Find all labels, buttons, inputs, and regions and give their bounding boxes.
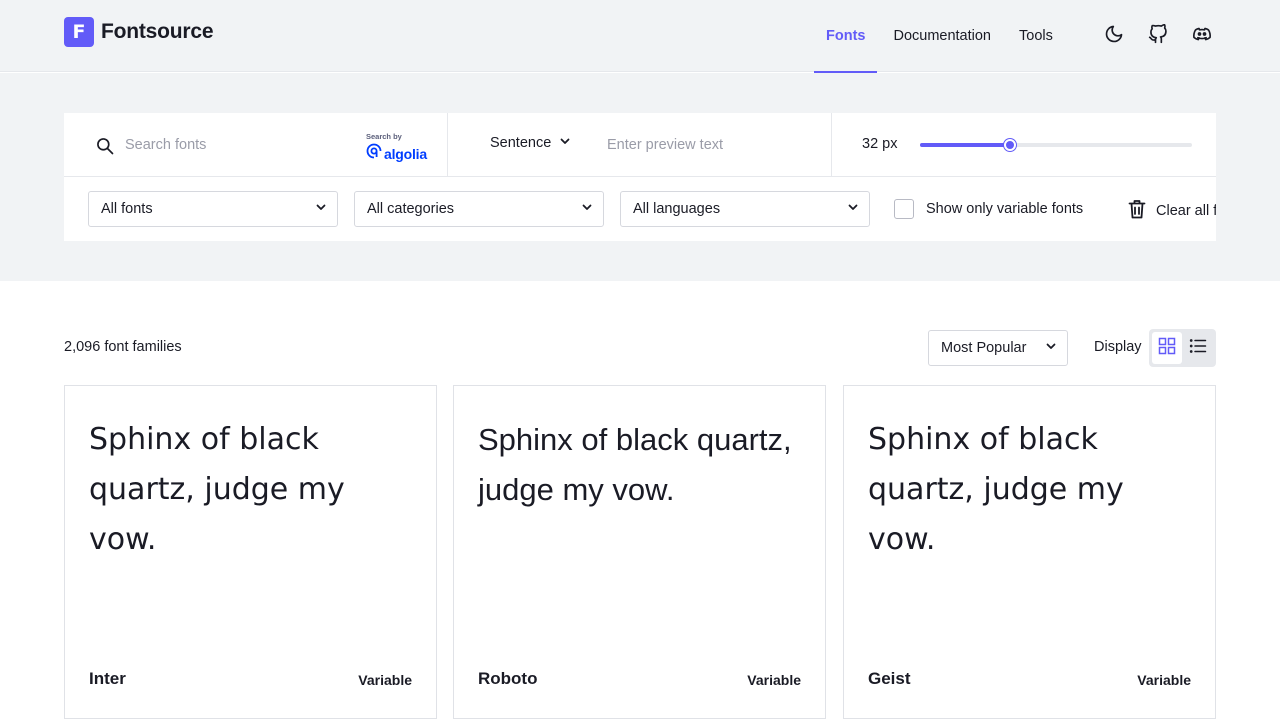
chevron-down-icon [1045, 340, 1057, 356]
size-slider-fill [920, 143, 1010, 147]
list-icon [1189, 337, 1207, 360]
font-card-roboto[interactable]: Sphinx of black quartz, judge my vow. Ro… [453, 385, 826, 719]
chevron-down-icon [581, 201, 593, 217]
chevron-down-icon [315, 201, 327, 217]
filter-panel: Search by algolia Sentence [64, 113, 1216, 241]
list-view-button[interactable] [1183, 332, 1213, 364]
search-by-label: Search by [366, 132, 402, 141]
languages-filter-value: All languages [633, 201, 721, 217]
size-slider[interactable] [920, 139, 1192, 151]
algolia-wordmark: algolia [384, 145, 427, 162]
chevron-down-icon [847, 201, 859, 217]
fonts-filter-value: All fonts [101, 201, 153, 217]
categories-filter-value: All categories [367, 201, 455, 217]
fonts-filter-select[interactable]: All fonts [88, 191, 338, 227]
grid-view-button[interactable] [1152, 332, 1182, 364]
preview-mode-select[interactable]: Sentence [490, 135, 571, 151]
font-card-geist[interactable]: Sphinx of black quartz, judge my vow. Ge… [843, 385, 1216, 719]
moon-icon[interactable] [1102, 22, 1126, 46]
categories-filter-select[interactable]: All categories [354, 191, 604, 227]
toolbar-band: Search by algolia Sentence [0, 73, 1280, 281]
preview-controls: Sentence [448, 113, 832, 177]
filter-row: All fonts All categories All languages S… [64, 177, 1216, 241]
chevron-down-icon [559, 135, 571, 151]
sort-select[interactable]: Most Popular [928, 330, 1068, 366]
languages-filter-select[interactable]: All languages [620, 191, 870, 227]
sort-value: Most Popular [941, 340, 1027, 356]
font-name: Inter [89, 669, 126, 688]
preview-mode-label: Sentence [490, 135, 552, 151]
variable-badge: Variable [747, 672, 801, 688]
main-nav: Fonts Documentation Tools [814, 0, 1065, 73]
display-label: Display [1094, 339, 1142, 355]
variable-only-checkbox[interactable] [894, 199, 914, 219]
variable-badge: Variable [358, 672, 412, 688]
font-card-inter[interactable]: Sphinx of black quartz, judge my vow. In… [64, 385, 437, 719]
font-name: Roboto [478, 669, 538, 688]
size-control: 32 px [832, 113, 1216, 177]
trash-icon [1128, 199, 1146, 223]
size-label: 32 px [862, 136, 898, 152]
font-name: Geist [868, 669, 911, 688]
discord-icon[interactable] [1190, 22, 1214, 46]
font-preview-text: Sphinx of black quartz, judge my vow. [478, 422, 792, 507]
algolia-icon [366, 143, 382, 164]
search-input[interactable] [125, 133, 345, 157]
search-box: Search by algolia [64, 113, 448, 177]
clear-filters-button[interactable]: Clear all filters [1128, 199, 1216, 223]
variable-badge: Variable [1137, 672, 1191, 688]
result-count: 2,096 font families [64, 339, 182, 355]
nav-documentation[interactable]: Documentation [881, 0, 1003, 72]
nav-tools[interactable]: Tools [1007, 0, 1065, 72]
search-icon [95, 136, 115, 161]
font-preview-text: Sphinx of black quartz, judge my vow. [868, 422, 1124, 557]
nav-fonts[interactable]: Fonts [814, 0, 878, 73]
logo-mark: F [64, 17, 94, 47]
display-toggle [1149, 329, 1216, 367]
toolbar-row: Search by algolia Sentence [64, 113, 1216, 177]
algolia-badge[interactable]: Search by algolia [366, 133, 432, 164]
size-slider-thumb[interactable] [1003, 139, 1016, 151]
preview-text-input[interactable] [607, 133, 807, 157]
site-header: F Fontsource Fonts Documentation Tools [0, 0, 1280, 73]
variable-only-label[interactable]: Show only variable fonts [926, 201, 1083, 217]
clear-filters-label: Clear all filters [1156, 203, 1216, 219]
github-icon[interactable] [1146, 22, 1170, 46]
logo-text: Fontsource [101, 20, 214, 43]
logo[interactable]: F Fontsource [64, 17, 214, 47]
grid-icon [1158, 337, 1176, 360]
font-preview-text: Sphinx of black quartz, judge my vow. [89, 422, 345, 557]
